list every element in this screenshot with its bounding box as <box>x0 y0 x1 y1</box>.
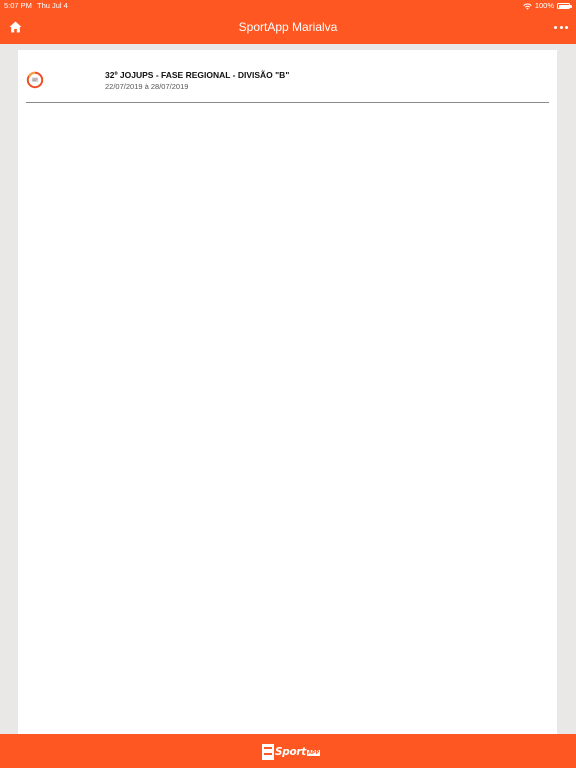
content-card: 32º JOJUPS - FASE REGIONAL - DIVISÃO "B"… <box>18 50 557 734</box>
ellipsis-icon <box>565 25 568 29</box>
ellipsis-icon <box>559 25 563 29</box>
nav-bar: SportApp Marialva <box>0 12 576 44</box>
status-right: 100% <box>523 0 572 12</box>
event-dates: 22/07/2019 à 28/07/2019 <box>105 82 189 91</box>
footer-logo-text: Sport <box>275 745 306 758</box>
event-title: 32º JOJUPS - FASE REGIONAL - DIVISÃO "B" <box>105 70 290 80</box>
top-bar: 5:07 PM Thu Jul 4 100% SportApp Marialva <box>0 0 576 44</box>
footer-bar: Sport APP <box>0 734 576 768</box>
status-bar: 5:07 PM Thu Jul 4 100% <box>0 0 576 12</box>
event-list-item[interactable]: 32º JOJUPS - FASE REGIONAL - DIVISÃO "B"… <box>26 62 549 103</box>
page-title: SportApp Marialva <box>238 20 338 34</box>
wifi-icon <box>523 3 532 10</box>
status-time: 5:07 PM <box>4 1 32 10</box>
more-button[interactable] <box>554 23 568 31</box>
battery-percent: 100% <box>534 1 554 10</box>
sportapp-logo-mark-icon <box>262 743 274 760</box>
event-logo-icon <box>26 71 44 89</box>
sportapp-logo: Sport APP <box>262 743 321 760</box>
status-date: Thu Jul 4 <box>37 1 68 10</box>
battery-icon <box>557 3 572 9</box>
footer-logo-suffix: APP <box>307 750 321 756</box>
ellipsis-icon <box>554 25 557 29</box>
